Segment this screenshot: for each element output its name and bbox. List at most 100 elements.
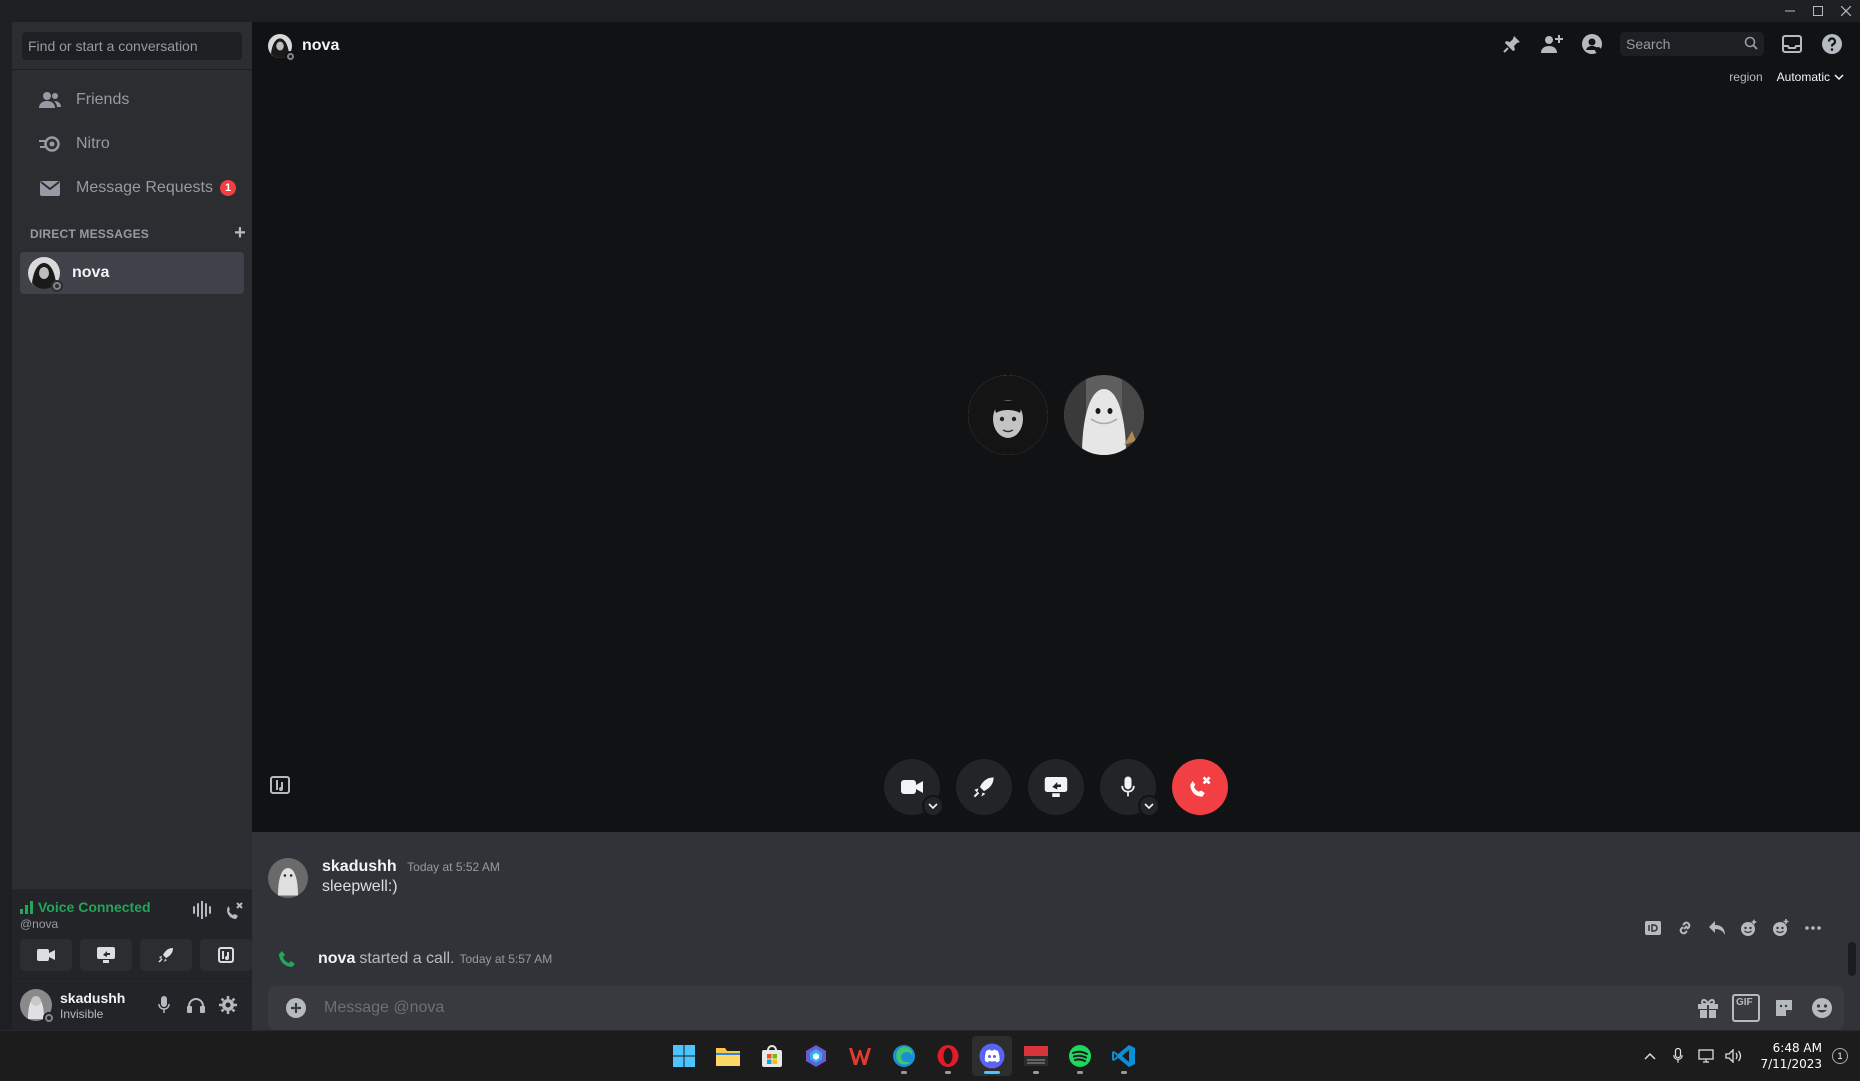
user-profile-button[interactable]	[1580, 32, 1604, 56]
tray-volume[interactable]	[1722, 1044, 1746, 1068]
taskbar-voicemeeter[interactable]	[1016, 1036, 1056, 1076]
sidebar-item-message-requests[interactable]: Message Requests 1	[20, 167, 244, 209]
sticker-button[interactable]	[1770, 994, 1798, 1022]
taskbar-edge[interactable]	[884, 1036, 924, 1076]
message-input[interactable]	[324, 999, 1694, 1017]
dm-name: nova	[72, 264, 110, 281]
popout-button[interactable]	[270, 776, 290, 794]
headphones-icon	[187, 998, 205, 1013]
reply-button[interactable]	[1704, 915, 1730, 941]
add-reaction-button[interactable]	[1768, 915, 1794, 941]
participant-avatar-nova[interactable]	[968, 375, 1048, 455]
deafen-button[interactable]	[180, 989, 212, 1021]
taskbar-vscode[interactable]	[1104, 1036, 1144, 1076]
find-conversation-input[interactable]: Find or start a conversation	[22, 32, 242, 60]
disconnect-button[interactable]	[224, 901, 244, 921]
voice-status: Voice Connected	[20, 899, 151, 915]
show-hidden-icons-button[interactable]	[1638, 1044, 1662, 1068]
share-screen-button[interactable]	[1028, 759, 1084, 815]
region-label: region	[1729, 70, 1763, 84]
create-dm-button[interactable]: +	[234, 223, 246, 243]
maximize-icon	[1813, 6, 1823, 16]
nitro-icon	[38, 132, 62, 156]
sidebar-item-label: Message Requests	[76, 179, 213, 196]
toggle-camera-button[interactable]	[884, 759, 944, 817]
add-friends-button[interactable]	[1540, 32, 1564, 56]
gif-button[interactable]: GIF	[1732, 994, 1760, 1022]
more-options-button[interactable]	[1800, 915, 1826, 941]
hang-up-icon	[1190, 776, 1211, 797]
envelope-icon	[38, 176, 62, 200]
copy-id-button[interactable]	[1640, 915, 1666, 941]
mic-options-button[interactable]	[1138, 795, 1160, 817]
copy-link-button[interactable]	[1672, 915, 1698, 941]
mute-button[interactable]	[148, 989, 180, 1021]
message-composer: GIF	[268, 986, 1844, 1030]
taskbar-clock[interactable]: 6:48 AM 7/11/2023	[1760, 1040, 1822, 1072]
camera-button[interactable]	[20, 939, 72, 971]
tray-network[interactable]	[1694, 1044, 1718, 1068]
taskbar-store[interactable]	[752, 1036, 792, 1076]
taskbar-start[interactable]	[664, 1036, 704, 1076]
message-timestamp: Today at 5:52 AM	[407, 860, 500, 874]
notification-center-badge[interactable]: 1	[1832, 1048, 1848, 1064]
add-super-reaction-button[interactable]	[1736, 915, 1762, 941]
help-button[interactable]	[1820, 32, 1844, 56]
volume-icon	[1725, 1049, 1742, 1063]
gift-button[interactable]	[1694, 994, 1722, 1022]
user-info[interactable]: skadushh Invisible	[60, 990, 148, 1021]
taskbar-file-explorer[interactable]	[708, 1036, 748, 1076]
gif-icon: GIF	[1732, 994, 1760, 1022]
sidebar-item-friends[interactable]: Friends	[20, 79, 244, 121]
region-dropdown[interactable]: Automatic	[1777, 70, 1844, 84]
sidebar-item-nitro[interactable]: Nitro	[20, 123, 244, 165]
toggle-mic-button[interactable]	[1100, 759, 1160, 817]
add-reaction-icon	[1773, 919, 1789, 936]
start-activity-button[interactable]	[956, 759, 1012, 815]
header-avatar	[268, 34, 295, 61]
taskbar-opera[interactable]	[928, 1036, 968, 1076]
message-avatar[interactable]	[268, 858, 308, 898]
participant-avatar-skadushh[interactable]	[1064, 375, 1144, 455]
minimize-button[interactable]	[1776, 0, 1804, 22]
gear-icon	[219, 996, 237, 1014]
taskbar-copilot[interactable]	[796, 1036, 836, 1076]
camera-options-button[interactable]	[922, 795, 944, 817]
voice-status-text[interactable]: Voice Connected	[38, 899, 151, 915]
emoji-button[interactable]	[1808, 994, 1836, 1022]
search-input[interactable]: Search	[1620, 32, 1764, 56]
close-button[interactable]	[1832, 0, 1860, 22]
message-content: sleepwell:)	[322, 878, 398, 895]
chat-scrollbar[interactable]	[1848, 942, 1856, 976]
user-avatar[interactable]	[20, 989, 55, 1024]
sidebar-item-label: Friends	[76, 91, 130, 108]
user-controls	[148, 989, 244, 1021]
upload-button[interactable]	[268, 997, 324, 1019]
inbox-button[interactable]	[1780, 32, 1804, 56]
dm-item-nova[interactable]: nova	[20, 252, 244, 294]
message-author[interactable]: skadushh	[322, 858, 397, 875]
window-titlebar	[0, 0, 1860, 22]
message-item[interactable]: skadushh Today at 5:52 AM sleepwell:)	[268, 858, 1828, 912]
activity-button[interactable]	[140, 939, 192, 971]
maximize-button[interactable]	[1804, 0, 1832, 22]
user-status: Invisible	[60, 1006, 104, 1021]
call-area: nova Search region Automatic	[252, 22, 1860, 832]
system-message: nova started a call. Today at 5:57 AM	[278, 950, 552, 968]
taskbar-wps-office[interactable]	[840, 1036, 880, 1076]
taskbar-spotify[interactable]	[1060, 1036, 1100, 1076]
leave-call-button[interactable]	[1172, 759, 1228, 815]
start-icon	[673, 1045, 695, 1067]
pinned-messages-button[interactable]	[1500, 32, 1524, 56]
system-message-author[interactable]: nova	[318, 950, 355, 968]
soundboard-button[interactable]	[200, 939, 252, 971]
settings-button[interactable]	[212, 989, 244, 1021]
noise-suppression-button[interactable]	[192, 901, 212, 921]
discord-icon	[979, 1043, 1005, 1069]
vscode-icon	[1112, 1045, 1135, 1067]
taskbar-discord[interactable]	[972, 1036, 1012, 1076]
chevron-down-icon	[1144, 803, 1154, 809]
link-icon	[1679, 921, 1691, 935]
screen-share-button[interactable]	[80, 939, 132, 971]
tray-microphone[interactable]	[1666, 1044, 1690, 1068]
